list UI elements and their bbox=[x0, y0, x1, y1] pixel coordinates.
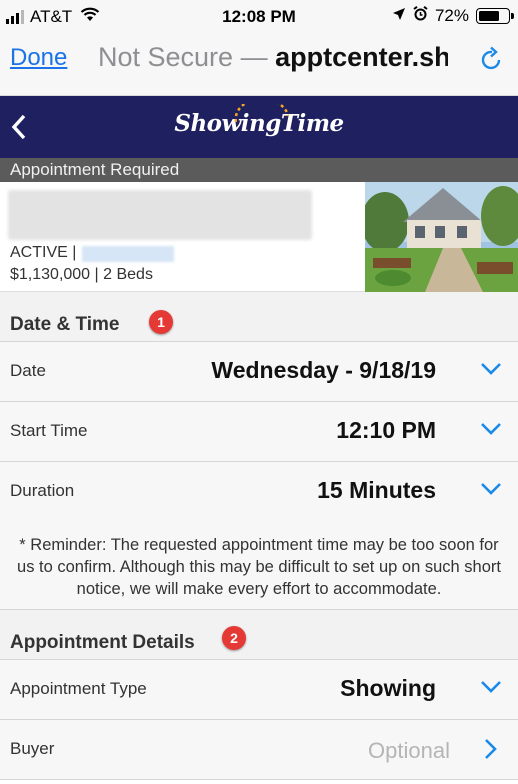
status-right: 72% bbox=[392, 5, 514, 26]
chevron-down-icon[interactable] bbox=[480, 680, 502, 699]
duration-label: Duration bbox=[10, 481, 75, 500]
chevron-down-icon[interactable] bbox=[480, 362, 502, 381]
buyer-placeholder: Optional bbox=[368, 738, 450, 763]
reminder-note: * Reminder: The requested appointment ti… bbox=[0, 520, 518, 610]
buyer-label: Buyer bbox=[10, 739, 55, 758]
start-time-label: Start Time bbox=[10, 421, 88, 440]
location-icon bbox=[392, 6, 406, 26]
appointment-details-header: Appointment Details 2 bbox=[0, 610, 518, 660]
status-bar: AT&T 12:08 PM 72% bbox=[0, 0, 518, 34]
property-photo bbox=[365, 182, 518, 292]
url-field[interactable]: Not Secure — apptcenter.sho bbox=[98, 42, 448, 73]
date-label: Date bbox=[10, 361, 46, 380]
redacted-address bbox=[8, 190, 312, 240]
done-button[interactable]: Done bbox=[10, 44, 67, 72]
duration-value: 15 Minutes bbox=[317, 477, 436, 503]
url-domain: apptcenter.sho bbox=[275, 42, 448, 72]
annotation-badge-1: 1 bbox=[149, 310, 173, 334]
battery-icon bbox=[476, 8, 514, 24]
browser-bar: Done Not Secure — apptcenter.sho bbox=[0, 34, 518, 96]
date-value: Wednesday - 9/18/19 bbox=[211, 357, 436, 383]
app-header: ShowingTime bbox=[0, 96, 518, 158]
appointment-details-title: Appointment Details bbox=[10, 632, 195, 653]
listing-status: ACTIVE | bbox=[10, 244, 77, 261]
appointment-type-row[interactable]: Appointment Type Showing bbox=[0, 660, 518, 720]
appointment-type-value: Showing bbox=[340, 675, 436, 701]
chevron-right-icon[interactable] bbox=[484, 738, 498, 765]
listing-card[interactable]: ACTIVE | $1,130,000 | 2 Beds bbox=[0, 182, 518, 292]
start-time-row[interactable]: Start Time 12:10 PM bbox=[0, 402, 518, 462]
date-row[interactable]: Date Wednesday - 9/18/19 bbox=[0, 342, 518, 402]
reload-icon[interactable] bbox=[480, 46, 504, 77]
date-time-title: Date & Time bbox=[10, 314, 120, 335]
showingtime-logo: ShowingTime bbox=[0, 104, 518, 137]
battery-percent: 72% bbox=[434, 6, 469, 25]
appointment-type-label: Appointment Type bbox=[10, 679, 147, 698]
not-secure-label: Not Secure — bbox=[98, 42, 268, 72]
date-time-header: Date & Time 1 bbox=[0, 292, 518, 342]
start-time-value: 12:10 PM bbox=[336, 417, 436, 443]
redacted-mls bbox=[82, 246, 174, 262]
logo-arc-icon bbox=[234, 104, 290, 123]
duration-row[interactable]: Duration 15 Minutes bbox=[0, 462, 518, 522]
chevron-down-icon[interactable] bbox=[480, 422, 502, 441]
listing-price: $1,130,000 | 2 Beds bbox=[10, 266, 153, 283]
annotation-badge-2: 2 bbox=[222, 626, 246, 650]
chevron-down-icon[interactable] bbox=[480, 482, 502, 501]
buyer-row[interactable]: Buyer Optional bbox=[0, 720, 518, 780]
appointment-required-banner: Appointment Required bbox=[0, 158, 518, 182]
alarm-icon bbox=[413, 5, 428, 26]
